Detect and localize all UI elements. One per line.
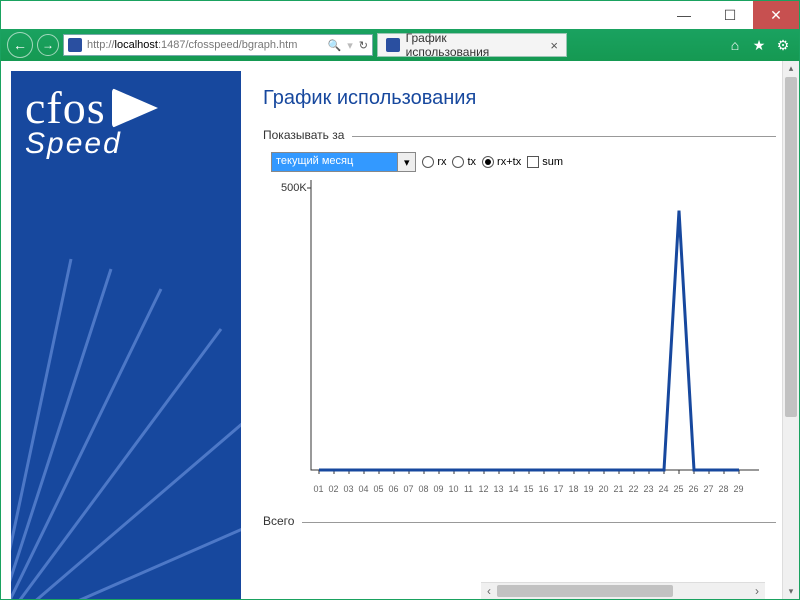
show-for-label: Показывать за (263, 128, 352, 142)
checkbox-sum-box (527, 156, 539, 168)
checkbox-sum[interactable]: sum (527, 156, 563, 168)
chart-xlabels: 0102030405060708091011121314151617181920… (311, 484, 746, 494)
window-titlebar: — ☐ ✕ (1, 1, 799, 29)
logo-arrow-icon (112, 88, 158, 128)
hscroll-thumb[interactable] (497, 585, 673, 597)
search-icon[interactable]: 🔍 (328, 39, 342, 52)
refresh-icon[interactable]: ↻ (359, 39, 368, 52)
vscroll-up-arrow-icon[interactable]: ▴ (783, 61, 799, 76)
url-path: :1487/cfosspeed/bgraph.htm (158, 39, 297, 51)
browser-tab[interactable]: График использования × (377, 33, 567, 57)
total-label: Всего (263, 514, 302, 528)
radio-rx-label: rx (437, 156, 446, 168)
radio-rx-circle (422, 156, 434, 168)
logo-text-cfos: cfos (25, 85, 106, 131)
hscroll-right-arrow-icon[interactable]: › (749, 584, 765, 598)
chart-series-line (319, 211, 739, 470)
tab-favicon-icon (386, 38, 400, 52)
url-host: localhost (115, 39, 158, 51)
vscroll-thumb[interactable] (785, 77, 797, 417)
chart-ylabel: 500K (281, 182, 307, 194)
show-for-group: Показывать за (263, 128, 776, 142)
window-maximize-button[interactable]: ☐ (707, 1, 753, 29)
tab-close-icon[interactable]: × (550, 38, 558, 53)
sidebar: cfos Speed (11, 71, 241, 599)
tools-gear-icon[interactable]: ⚙ (773, 37, 793, 54)
page-title: График использования (263, 87, 776, 110)
dropdown-value: текущий месяц (272, 153, 397, 171)
window-minimize-button[interactable]: — (661, 1, 707, 29)
address-bar[interactable]: http:// localhost :1487/cfosspeed/bgraph… (63, 34, 373, 56)
controls-row: текущий месяц ▾ rx tx rx+tx (271, 152, 776, 172)
radio-tx-circle (452, 156, 464, 168)
hscroll-track[interactable] (497, 583, 749, 599)
main-content: График использования Показывать за текущ… (241, 71, 782, 599)
url-scheme: http:// (87, 39, 115, 51)
content-viewport: cfos Speed График использования (1, 61, 799, 599)
favorites-icon[interactable]: ★ (749, 37, 769, 54)
chevron-down-icon: ▾ (397, 153, 415, 171)
radio-rx-tx-circle (482, 156, 494, 168)
home-icon[interactable]: ⌂ (725, 37, 745, 53)
radio-tx-label: tx (467, 156, 476, 168)
radio-rx-tx-label: rx+tx (497, 156, 521, 168)
back-button[interactable]: ← (7, 32, 33, 58)
forward-button[interactable]: → (37, 34, 59, 56)
vertical-scrollbar[interactable]: ▴ ▾ (782, 61, 799, 599)
total-group: Всего (263, 514, 776, 528)
period-dropdown[interactable]: текущий месяц ▾ (271, 152, 416, 172)
radio-rx-tx[interactable]: rx+tx (482, 156, 521, 168)
radio-tx[interactable]: tx (452, 156, 476, 168)
chart-svg (269, 180, 759, 490)
browser-toolbar: ← → http:// localhost :1487/cfosspeed/bg… (1, 29, 799, 61)
horizontal-scrollbar[interactable]: ‹ › (481, 582, 765, 599)
radio-rx[interactable]: rx (422, 156, 446, 168)
page: cfos Speed График использования (11, 71, 782, 599)
sidebar-rays-decoration (11, 139, 241, 599)
window-close-button[interactable]: ✕ (753, 1, 799, 29)
url-divider: ▾ (347, 39, 353, 52)
checkbox-sum-label: sum (542, 156, 563, 168)
url-favicon-icon (68, 38, 82, 52)
usage-chart: 500K 01020304050607080910111213141516171… (269, 180, 759, 490)
vscroll-down-arrow-icon[interactable]: ▾ (783, 584, 799, 599)
tab-title: График использования (406, 31, 531, 59)
app-window: — ☐ ✕ ← → http:// localhost :1487/cfossp… (0, 0, 800, 600)
hscroll-left-arrow-icon[interactable]: ‹ (481, 584, 497, 598)
